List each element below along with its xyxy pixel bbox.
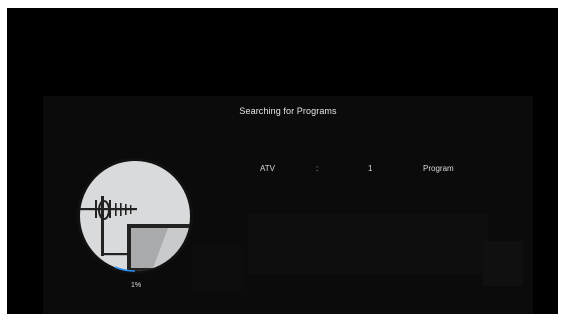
- separator: :: [316, 164, 319, 173]
- search-dialog: Searching for Programs ATV : 1 Program 1…: [43, 96, 533, 314]
- program-count: 1: [368, 164, 373, 173]
- signal-type-label: ATV: [260, 164, 275, 173]
- shadow-left: [193, 246, 243, 291]
- tv-screen: Searching for Programs ATV : 1 Program 1…: [7, 8, 558, 314]
- dialog-title: Searching for Programs: [239, 106, 337, 116]
- program-unit-label: Program: [423, 164, 454, 173]
- shadow-right: [483, 241, 523, 286]
- results-area: [248, 214, 488, 274]
- antenna-tv-scan-icon: [73, 158, 198, 283]
- progress-percent: 1%: [130, 282, 142, 289]
